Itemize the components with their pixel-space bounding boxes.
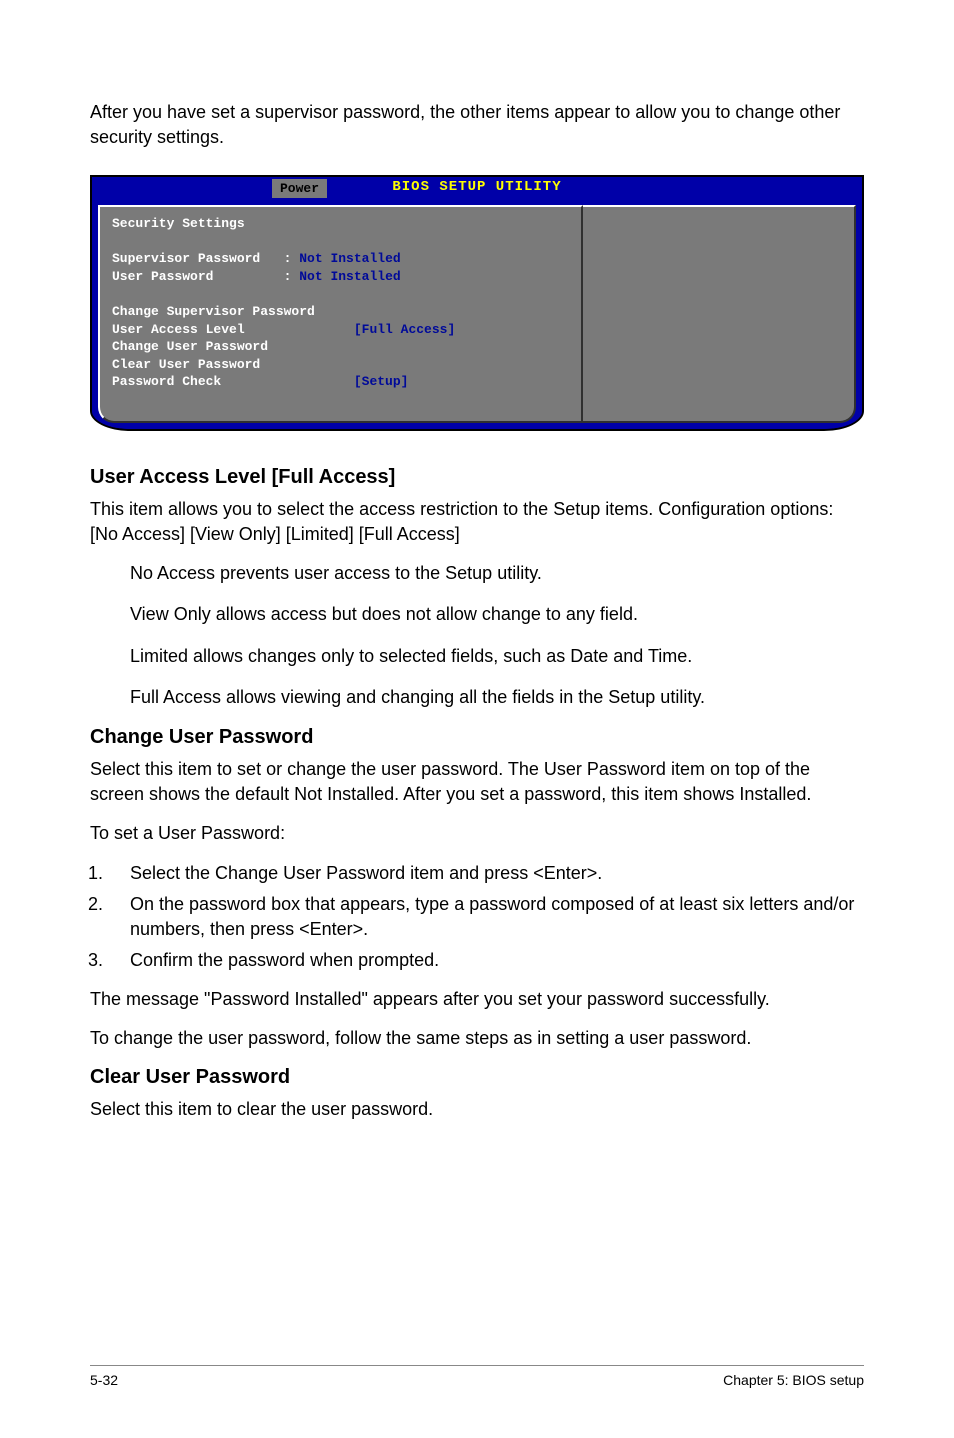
bios-user-value: Not Installed <box>299 269 400 284</box>
ual-no-access: No Access prevents user access to the Se… <box>130 561 864 586</box>
ual-view-only: View Only allows access but does not all… <box>130 602 864 627</box>
cup-description: Select this item to set or change the us… <box>90 757 864 807</box>
bios-supervisor-value: Not Installed <box>299 251 400 266</box>
intro-text: After you have set a supervisor password… <box>90 100 864 150</box>
ual-limited: Limited allows changes only to selected … <box>130 644 864 669</box>
cup-step-2: On the password box that appears, type a… <box>108 892 864 942</box>
cup-change: To change the user password, follow the … <box>90 1026 864 1051</box>
cup-to-set: To set a User Password: <box>90 821 864 846</box>
page-footer: 5-32 Chapter 5: BIOS setup <box>90 1365 864 1388</box>
chapter-label: Chapter 5: BIOS setup <box>723 1372 864 1388</box>
heading-user-access-level: User Access Level [Full Access] <box>90 466 864 489</box>
ual-full-access: Full Access allows viewing and changing … <box>130 685 864 710</box>
bios-tab-power: Power <box>272 179 337 198</box>
cup-step-3: Confirm the password when prompted. <box>108 948 864 973</box>
heading-clear-user-password: Clear User Password <box>90 1066 864 1089</box>
ual-description: This item allows you to select the acces… <box>90 497 864 547</box>
bios-window-title: BIOS SETUP UTILITY <box>392 179 561 195</box>
bios-change-supervisor: Change Supervisor Password <box>112 304 315 319</box>
heading-change-user-password: Change User Password <box>90 726 864 749</box>
bios-supervisor-label: Supervisor Password <box>112 251 260 266</box>
bios-change-user: Change User Password <box>112 339 268 354</box>
cup-result: The message "Password Installed" appears… <box>90 987 864 1012</box>
bios-right-panel <box>583 205 856 422</box>
cup-step-1: Select the Change User Password item and… <box>108 861 864 886</box>
bios-screenshot: Power BIOS SETUP UTILITY Security Settin… <box>90 175 864 430</box>
bios-section-heading: Security Settings <box>112 216 245 231</box>
cup-steps-list: Select the Change User Password item and… <box>108 861 864 974</box>
bios-left-panel: Security Settings Supervisor Password : … <box>98 205 583 422</box>
bios-access-value: [Full Access] <box>354 322 455 337</box>
page-number: 5-32 <box>90 1372 118 1388</box>
clr-description: Select this item to clear the user passw… <box>90 1097 864 1122</box>
bios-clear-user: Clear User Password <box>112 357 260 372</box>
bios-check-label: Password Check <box>112 374 221 389</box>
bios-check-value: [Setup] <box>354 374 409 389</box>
bios-user-label: User Password <box>112 269 213 284</box>
bios-access-label: User Access Level <box>112 322 245 337</box>
